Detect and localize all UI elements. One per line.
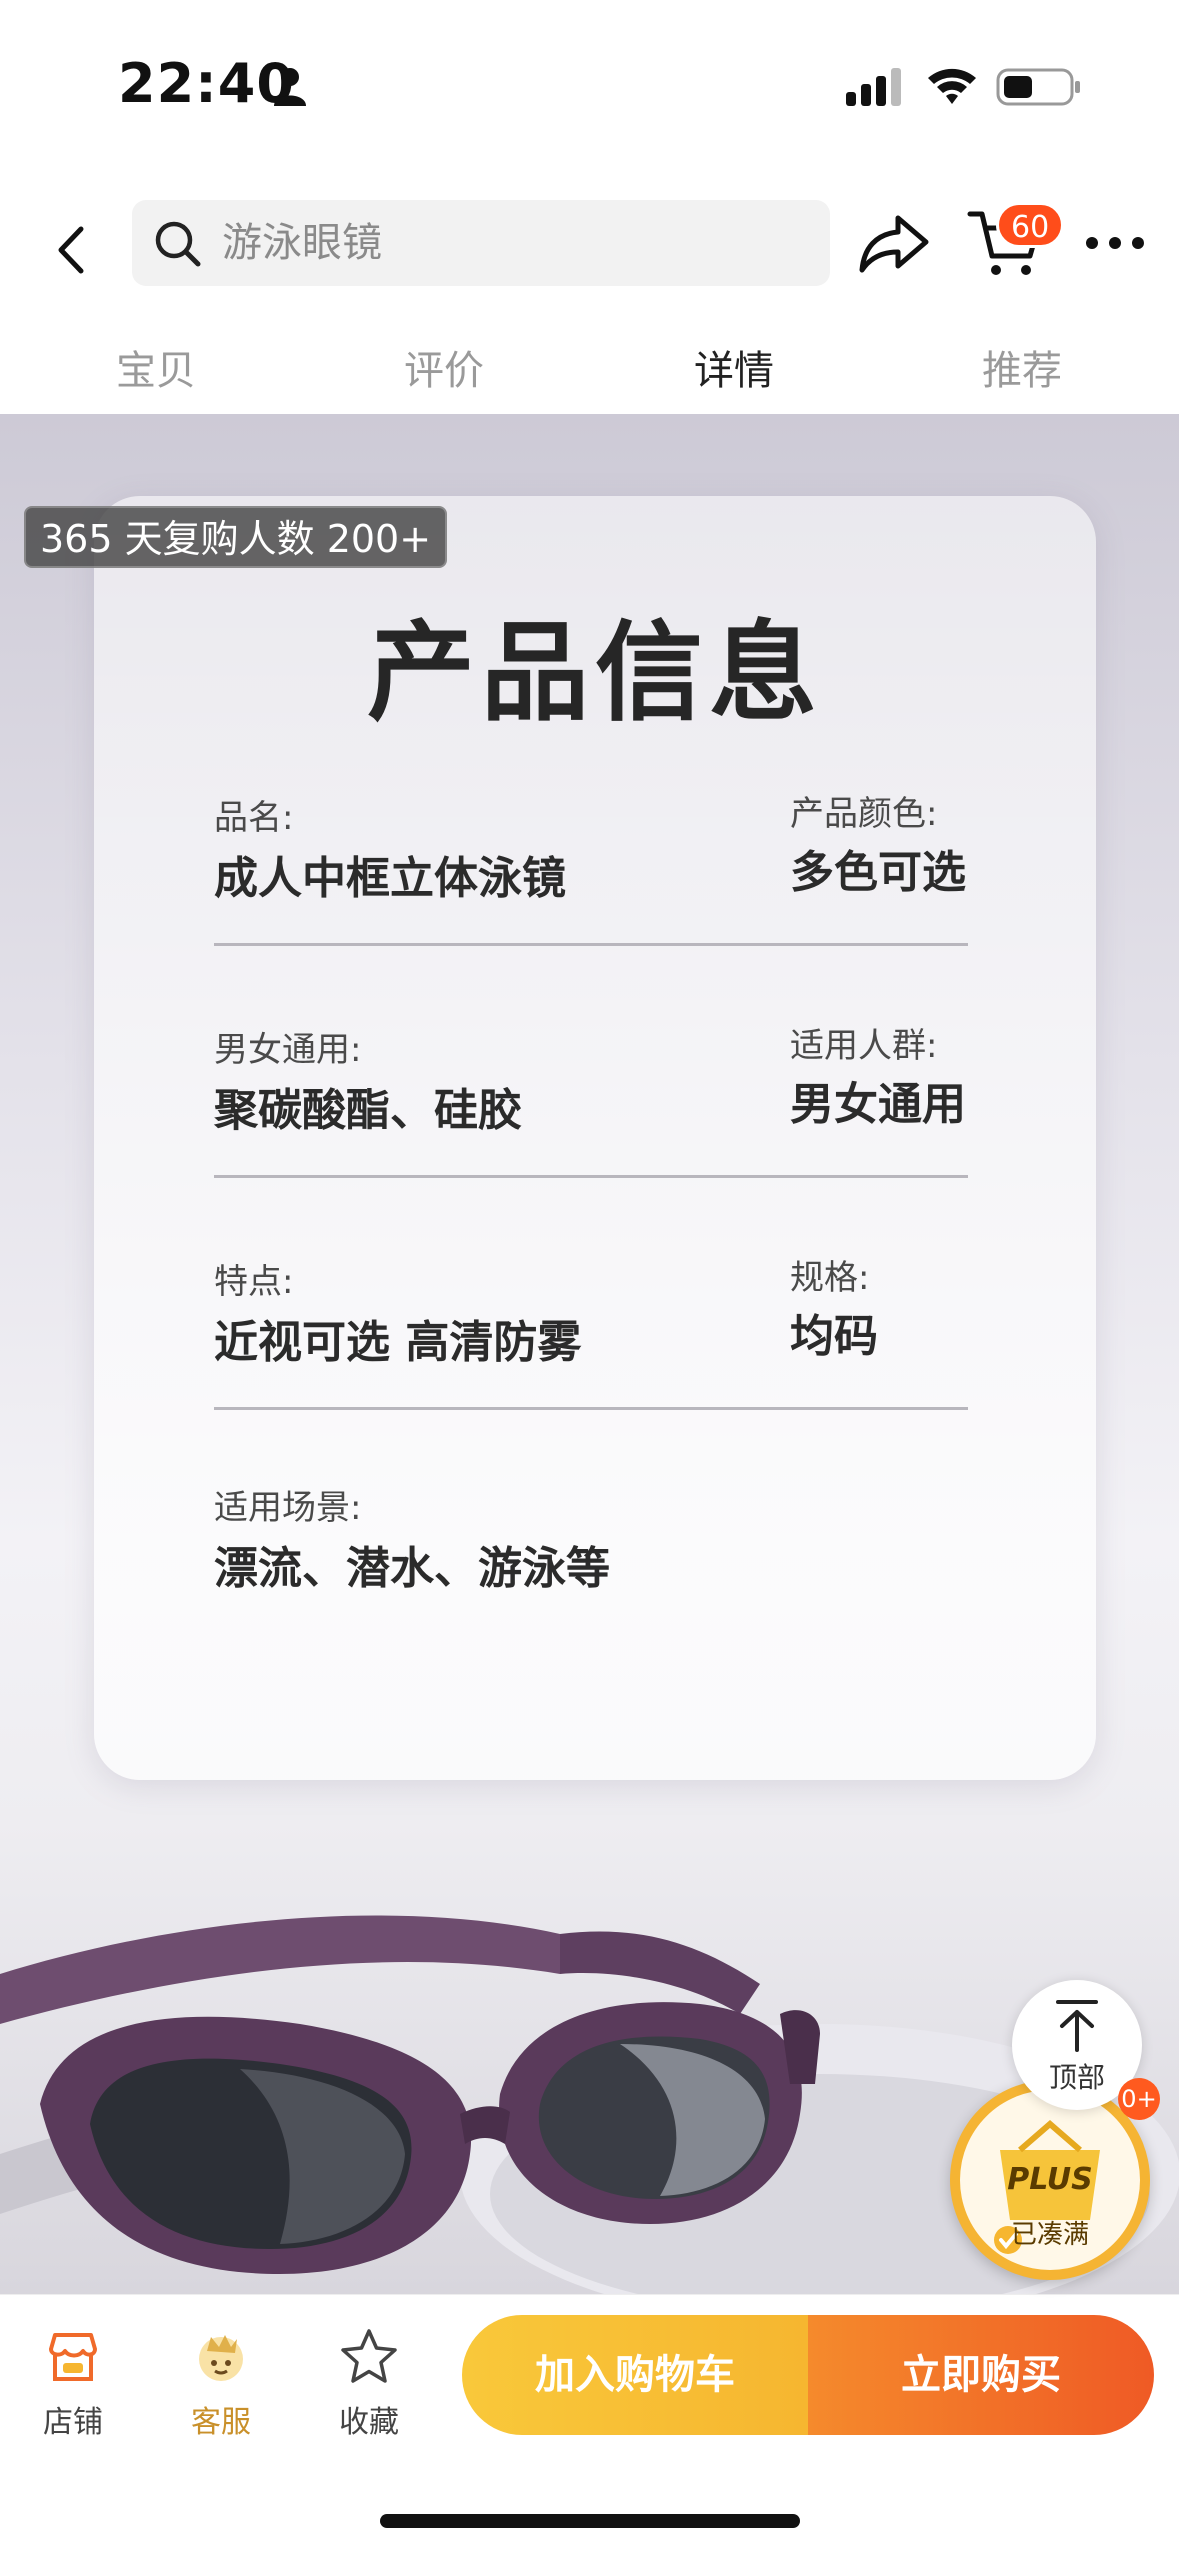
search-icon <box>155 221 201 267</box>
info-value: 漂流、潜水、游泳等 <box>214 1543 610 1594</box>
info-row: 适用场景: 漂流、潜水、游泳等 <box>214 1476 968 1636</box>
store-icon <box>49 2333 97 2381</box>
back-button[interactable] <box>40 210 100 290</box>
plus-status: 已凑满 <box>1010 2220 1089 2250</box>
header: 游泳眼镜 60 宝贝 评价 详情 推荐 <box>0 170 1179 415</box>
battery-icon <box>996 68 1080 106</box>
info-label: 产品颜色: <box>790 794 938 834</box>
favorite-label: 收藏 <box>339 2405 399 2440</box>
tab-item[interactable]: 宝贝 <box>76 338 236 396</box>
status-time: 22:40 <box>118 52 295 115</box>
info-row: 特点: 近视可选 高清防雾 规格: 均码 <box>214 1250 968 1410</box>
info-label: 规格: <box>790 1258 870 1298</box>
shop-button[interactable]: 店铺 <box>18 2325 128 2440</box>
info-value: 男女通用 <box>790 1079 966 1130</box>
chevron-left-icon <box>58 226 84 274</box>
more-icon[interactable] <box>1080 220 1150 266</box>
info-label: 适用人群: <box>790 1026 938 1066</box>
info-value: 多色可选 <box>790 847 966 898</box>
cart-count-badge: 60 <box>996 202 1065 248</box>
person-icon <box>274 68 306 106</box>
tab-recommend[interactable]: 推荐 <box>942 338 1102 396</box>
plus-badge-inner: PLUS 已凑满 <box>960 2090 1140 2270</box>
product-detail-image: 365 天复购人数 200+ 产品信息 品名: 成人中框立体泳镜 产品颜色: 多… <box>0 414 1179 2294</box>
add-to-cart-button[interactable]: 加入购物车 <box>462 2315 808 2435</box>
cellular-signal-icon <box>846 68 901 106</box>
shop-label: 店铺 <box>43 2405 103 2440</box>
info-label: 适用场景: <box>214 1488 362 1528</box>
favorite-button[interactable]: 收藏 <box>314 2325 424 2440</box>
customer-service-button[interactable]: 客服 <box>166 2325 276 2440</box>
plus-label: PLUS <box>1007 2162 1093 2197</box>
divider <box>214 943 968 946</box>
info-label: 男女通用: <box>214 1030 362 1070</box>
service-label: 客服 <box>191 2405 251 2440</box>
card-title: 产品信息 <box>366 611 823 736</box>
share-icon[interactable] <box>858 208 932 278</box>
plus-count-badge: 0+ <box>1118 2078 1160 2120</box>
buy-now-button[interactable]: 立即购买 <box>808 2315 1154 2435</box>
star-icon <box>341 2329 397 2383</box>
info-value: 近视可选 高清防雾 <box>214 1317 582 1368</box>
plus-membership-badge[interactable]: PLUS 已凑满 <box>950 2080 1150 2280</box>
divider <box>214 1175 968 1178</box>
tab-bar: 宝贝 评价 详情 推荐 <box>0 320 1179 410</box>
info-row: 男女通用: 聚碳酸酯、硅胶 适用人群: 男女通用 <box>214 1018 968 1178</box>
search-bar[interactable]: 游泳眼镜 <box>132 200 830 286</box>
tab-reviews[interactable]: 评价 <box>364 338 524 396</box>
home-indicator[interactable] <box>380 2514 800 2528</box>
tab-details[interactable]: 详情 <box>654 338 814 396</box>
product-info-card: 产品信息 品名: 成人中框立体泳镜 产品颜色: 多色可选 男女通用: 聚碳酸酯、… <box>94 496 1096 1780</box>
info-row: 品名: 成人中框立体泳镜 产品颜色: 多色可选 <box>214 786 968 946</box>
info-value: 均码 <box>790 1311 878 1362</box>
status-bar: 22:40 <box>0 0 1179 170</box>
customer-service-icon <box>199 2335 243 2381</box>
wifi-icon <box>928 68 976 104</box>
info-label: 品名: <box>214 798 294 838</box>
search-query: 游泳眼镜 <box>222 220 382 266</box>
divider <box>214 1407 968 1410</box>
info-value: 成人中框立体泳镜 <box>214 853 566 904</box>
info-value: 聚碳酸酯、硅胶 <box>214 1085 522 1136</box>
arrow-up-icon <box>1056 2000 1098 2052</box>
repurchase-badge: 365 天复购人数 200+ <box>24 506 448 568</box>
info-label: 特点: <box>214 1262 294 1302</box>
